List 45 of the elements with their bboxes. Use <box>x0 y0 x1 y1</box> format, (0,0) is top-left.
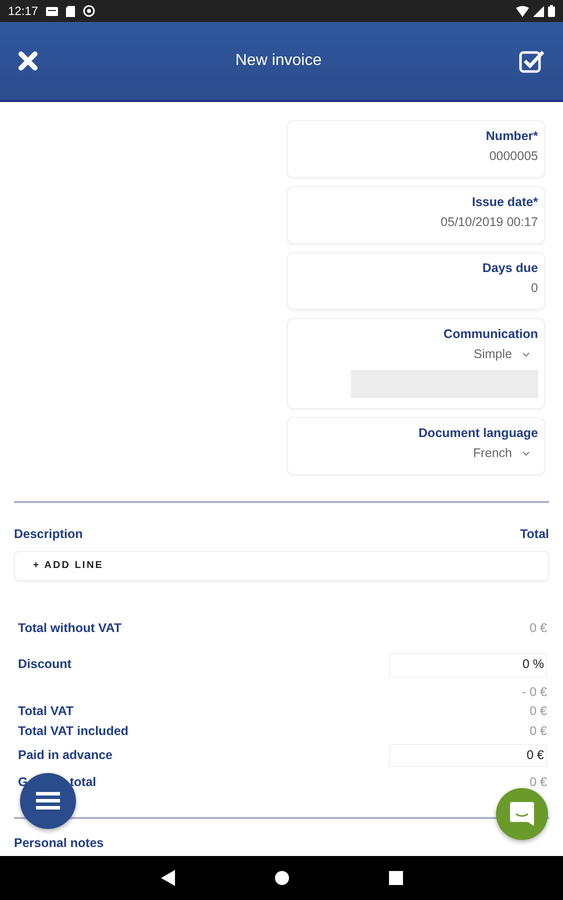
field-label: Issue date* <box>470 195 538 211</box>
total-value: 0 € <box>530 621 547 637</box>
recents-icon[interactable] <box>388 871 402 885</box>
total-label: Paid in advance <box>18 748 112 764</box>
column-header: Total <box>520 527 549 543</box>
back-icon[interactable] <box>160 870 174 886</box>
dropdown-value[interactable]: French <box>473 446 512 462</box>
field-label: Communication <box>442 327 538 343</box>
chevron-icon <box>522 451 530 456</box>
close-icon[interactable] <box>18 51 38 71</box>
total-value: 0 € <box>530 724 547 740</box>
sd-card-icon <box>66 6 76 16</box>
input-field[interactable]: 0 € <box>389 744 547 768</box>
field-label: Number* <box>484 129 538 145</box>
field-value: 0000005 <box>489 148 538 164</box>
section-label: Personal notes <box>14 836 104 850</box>
clock-time: 12:17 <box>8 4 38 18</box>
column-header: Description <box>14 527 83 543</box>
input-field[interactable]: 0 % <box>389 653 547 677</box>
battery-icon <box>548 5 555 17</box>
signal-icon <box>533 6 544 16</box>
field-value: 0 <box>531 280 538 296</box>
total-value: 0 € <box>530 775 547 791</box>
checkbox-icon[interactable] <box>518 49 545 73</box>
field-label: Days due <box>481 261 538 277</box>
total-label: total <box>70 775 96 791</box>
wifi-icon <box>516 6 529 16</box>
total-label: Total VAT included <box>18 724 128 740</box>
menu-icon <box>36 791 60 811</box>
total-label: Total VAT <box>18 704 74 720</box>
home-icon[interactable] <box>274 871 288 885</box>
chat-bubble-icon <box>509 801 535 827</box>
field-label: Document language <box>418 426 538 442</box>
field-value: 05/10/2019 00:17 <box>440 214 538 230</box>
circle-icon <box>83 5 96 17</box>
chat-button[interactable] <box>496 788 548 840</box>
page-title: New invoice <box>235 51 322 71</box>
total-label: Discount <box>18 657 72 673</box>
add-line-button[interactable]: + ADD LINE <box>14 550 549 582</box>
total-value: 0 € <box>530 704 547 720</box>
total-label: Total without VAT <box>18 621 122 637</box>
total-value: - 0 € <box>522 684 547 700</box>
dropdown-value[interactable]: Simple <box>474 346 512 362</box>
message-icon <box>46 6 58 16</box>
chevron-icon <box>522 352 530 357</box>
